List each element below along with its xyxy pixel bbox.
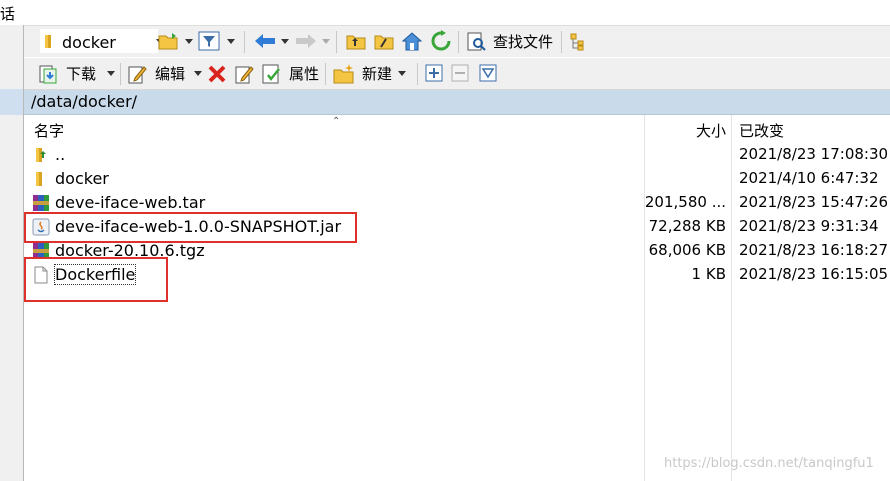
file-modified: 2021/4/10 6:47:32: [739, 169, 879, 187]
archive-icon: [33, 195, 49, 211]
rename-icon[interactable]: [234, 63, 254, 85]
find-files-icon: [467, 32, 486, 51]
file-modified: 2021/8/23 15:47:26: [739, 193, 889, 211]
chevron-down-icon: [322, 39, 330, 44]
highlight-box-jar: [24, 212, 357, 243]
toolbar-separator: [417, 63, 418, 85]
menu-bar: 话: [0, 0, 890, 26]
refresh-icon[interactable]: [430, 30, 452, 52]
file-name: docker: [55, 169, 109, 188]
filter-down-icon[interactable]: [479, 64, 497, 82]
current-path-bar: /data/docker/: [24, 90, 890, 115]
column-header-name[interactable]: 名字: [34, 120, 64, 141]
file-name: ..: [55, 145, 66, 164]
forward-arrow-icon[interactable]: [294, 32, 318, 50]
new-button[interactable]: 新建: [333, 58, 407, 89]
file-operations-toolbar: 下载 编辑 属性 新建: [24, 58, 890, 90]
watermark-text: https://blog.csdn.net/tanqingfu1: [664, 456, 874, 471]
properties-button[interactable]: 属性: [261, 58, 319, 89]
filter-icon[interactable]: [198, 31, 220, 51]
file-size: 1 KB: [691, 265, 726, 283]
left-pane-edge: [0, 25, 24, 481]
collapse-icon: [451, 64, 469, 82]
chevron-down-icon[interactable]: [398, 71, 407, 76]
file-name: deve-iface-web.tar: [55, 193, 206, 212]
open-folder-icon[interactable]: [158, 31, 180, 51]
toolbar-separator: [244, 31, 245, 53]
download-icon: [39, 65, 57, 83]
menu-item-session[interactable]: 话: [0, 3, 15, 24]
column-header-modified[interactable]: 已改变: [739, 120, 784, 141]
delete-icon[interactable]: [207, 64, 227, 84]
home-icon[interactable]: [401, 30, 423, 52]
chevron-down-icon[interactable]: [227, 39, 235, 44]
edit-icon: [128, 65, 147, 83]
file-size: 68,006 KB: [648, 241, 726, 259]
folder-icon: [36, 172, 42, 186]
file-size: 201,580 ...: [644, 193, 726, 211]
file-modified: 2021/8/23 17:08:30: [739, 145, 889, 163]
tree-view-icon[interactable]: [569, 32, 589, 52]
find-files-label: 查找文件: [493, 33, 554, 51]
current-path: /data/docker/: [31, 92, 138, 111]
toolbar-separator: [458, 31, 459, 53]
toolbar-separator: [561, 31, 562, 53]
find-files-button[interactable]: 查找文件: [465, 26, 553, 57]
directory-combo[interactable]: docker: [40, 29, 164, 53]
properties-icon: [262, 64, 280, 83]
toolbar-separator: [336, 31, 337, 53]
file-row[interactable]: docker 2021/4/10 6:47:32: [24, 167, 890, 191]
file-modified: 2021/8/23 9:31:34: [739, 217, 879, 235]
edit-label: 编辑: [155, 65, 186, 83]
expand-icon[interactable]: [425, 64, 443, 82]
folder-icon: [45, 35, 51, 48]
parent-directory-icon[interactable]: [346, 32, 366, 50]
left-pane-selection: [0, 89, 23, 115]
sort-ascending-icon: ⌃: [332, 116, 341, 127]
download-button[interactable]: 下载: [38, 58, 116, 89]
file-modified: 2021/8/23 16:15:05: [739, 265, 889, 283]
download-label: 下载: [66, 65, 97, 83]
column-header-size[interactable]: 大小: [696, 120, 726, 141]
file-modified: 2021/8/23 16:18:27: [739, 241, 889, 259]
chevron-down-icon[interactable]: [185, 39, 193, 44]
file-list-header: 名字 大小 已改变: [24, 115, 890, 140]
directory-combo-value: docker: [62, 33, 116, 52]
file-row[interactable]: .. 2021/8/23 17:08:30: [24, 143, 890, 167]
new-label: 新建: [362, 65, 393, 83]
highlight-box-dockerfile: [24, 257, 168, 302]
edit-button[interactable]: 编辑: [127, 58, 203, 89]
chevron-down-icon[interactable]: [281, 39, 289, 44]
parent-folder-icon: [36, 148, 46, 162]
toolbar-separator: [120, 63, 121, 85]
root-directory-icon[interactable]: [374, 32, 394, 50]
file-size: 72,288 KB: [648, 217, 726, 235]
chevron-down-icon[interactable]: [107, 71, 116, 76]
toolbar-separator: [325, 63, 326, 85]
navigation-toolbar: docker 查找文件: [24, 26, 890, 57]
chevron-down-icon[interactable]: [194, 71, 203, 76]
properties-label: 属性: [289, 65, 320, 83]
back-arrow-icon[interactable]: [253, 32, 277, 50]
new-folder-icon: [333, 63, 354, 83]
